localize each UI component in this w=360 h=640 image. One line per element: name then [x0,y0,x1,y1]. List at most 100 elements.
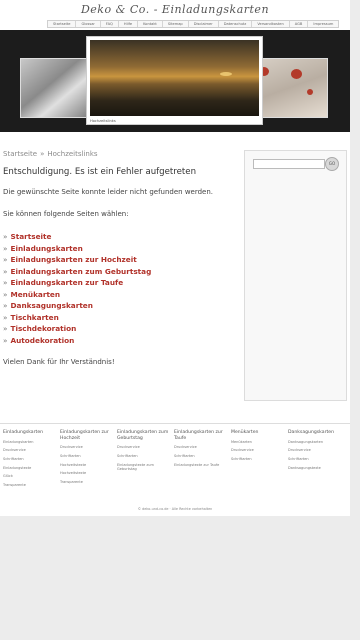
nav-glossar[interactable]: Glossar [76,21,101,27]
page-title: Entschuldigung. Es ist ein Fehler aufget… [3,167,197,177]
footer-link[interactable]: Glück [3,474,58,478]
slider-image-main[interactable]: Hochzeitslinks [86,36,263,125]
footer-link[interactable]: Druckservice [60,445,115,449]
footer-column-title[interactable]: Einladungskarten zur Taufe [174,430,229,441]
footer-column: Einladungskarten zur Hochzeit Druckservi… [60,430,115,489]
footer-link[interactable]: Schriftarten [174,454,229,458]
hero-slider: Hochzeitslinks [0,30,350,132]
list-item: » Danksagungskarten [3,300,238,312]
link-tischdekoration[interactable]: Tischdekoration [10,324,76,333]
sun [220,72,232,76]
footer-column-title[interactable]: Menükarten [231,430,286,436]
list-item: » Autodekoration [3,335,238,347]
breadcrumb-separator: » [40,150,45,158]
footer-link[interactable]: Hochzeitstexte [60,471,115,475]
nav-impressum[interactable]: Impressum [308,21,338,27]
footer-column: Einladungskarten Einladungskarten Drucks… [3,430,58,492]
nav-faq[interactable]: FAQ [101,21,119,27]
link-menuekarten[interactable]: Menükarten [10,290,60,299]
footer-column-title[interactable]: Einladungskarten zum Geburtstag [117,430,172,441]
list-item: » Einladungskarten zum Geburtstag [3,266,238,278]
main-content: Startseite» Hochzeitslinks Entschuldigung… [3,150,238,379]
breadcrumb-home[interactable]: Startseite [3,150,37,158]
bullet-icon: » [3,301,8,310]
footer-link[interactable]: Transparente [60,480,115,484]
nav-hilfe[interactable]: Hilfe [119,21,139,27]
list-item: » Einladungskarten zur Hochzeit [3,254,238,266]
bullet-icon: » [3,278,8,287]
sidebar: GO [244,150,347,401]
link-startseite[interactable]: Startseite [10,232,51,241]
link-einladungskarten[interactable]: Einladungskarten [10,244,82,253]
link-tischkarten[interactable]: Tischkarten [10,313,58,322]
footer-link[interactable]: Einladungstexte zur Taufe [174,463,229,467]
footer-link[interactable]: Einladungstexte zum Geburtstag [117,463,172,471]
search-button[interactable]: GO [325,157,339,171]
sunset-photo [90,40,259,116]
page-links-list: » Startseite » Einladungskarten » Einladung… [3,231,238,346]
slider-caption: Hochzeitslinks [90,119,116,123]
bullet-icon: » [3,266,8,276]
bullet-icon: » [3,324,8,333]
footer-link[interactable]: Menükarten [231,440,286,444]
breadcrumb: Startseite» Hochzeitslinks [3,150,238,158]
top-navigation: Startseite Glossar FAQ Hilfe Kontakt Sit… [47,20,340,28]
footer-link[interactable]: Schriftarten [3,457,58,461]
poppy-flower [291,69,302,79]
footer-column: Danksagungskarten Danksagungskarten Druc… [288,430,343,474]
nav-agb[interactable]: AGB [290,21,309,27]
footer-link[interactable]: Einladungskarten [3,440,58,444]
footer-link[interactable]: Schriftarten [117,454,172,458]
footer-column-title[interactable]: Einladungskarten zur Hochzeit [60,430,115,441]
bullet-icon: » [3,255,8,264]
link-einladungskarten-geburtstag[interactable]: Einladungskarten zum Geburtstag [10,267,151,276]
not-found-message: Die gewünschte Seite konnte leider nicht… [3,188,214,196]
list-item: » Startseite [3,231,238,243]
header: Deko & Co. - Einladungskarten Startseite… [0,0,350,30]
footer-column-title[interactable]: Danksagungskarten [288,430,343,436]
nav-datenschutz[interactable]: Datenschutz [219,21,253,27]
choose-pages-message: Sie können folgende Seiten wählen: [3,210,129,218]
footer-link[interactable]: Einladungstexte [3,466,58,470]
copyright: © deko-und-co.de · Alle Rechte vorbehalt… [137,507,213,511]
bullet-icon: » [3,289,8,299]
link-autodekoration[interactable]: Autodekoration [10,336,74,345]
thanks-message: Vielen Dank für Ihr Verständnis! [3,358,115,366]
footer-column: Einladungskarten zur Taufe Druckservice … [174,430,229,471]
bullet-icon: » [3,243,8,253]
footer-link[interactable]: Danksagungstexte [288,466,343,470]
footer-link[interactable]: Danksagungskarten [288,440,343,444]
footer-column: Einladungskarten zum Geburtstag Druckser… [117,430,172,476]
search-input[interactable] [253,159,325,169]
footer-link[interactable]: Druckservice [174,445,229,449]
bullet-icon: » [3,335,8,345]
nav-kontakt[interactable]: Kontakt [138,21,163,27]
link-einladungskarten-taufe[interactable]: Einladungskarten zur Taufe [10,278,123,287]
footer-link[interactable]: Hochzeitstexte [60,463,115,467]
page: Deko & Co. - Einladungskarten Startseite… [0,0,350,516]
site-logo[interactable]: Deko & Co. - Einladungskarten [0,3,350,16]
footer-column-title[interactable]: Einladungskarten [3,430,58,436]
poppy-flower [307,89,313,95]
bullet-icon: » [3,312,8,322]
nav-versandkosten[interactable]: Versandkosten [252,21,290,27]
footer-link[interactable]: Druckservice [231,448,286,452]
nav-startseite[interactable]: Startseite [48,21,77,27]
footer-link[interactable]: Schriftarten [288,457,343,461]
footer-link[interactable]: Schriftarten [231,457,286,461]
link-danksagungskarten[interactable]: Danksagungskarten [10,301,92,310]
footer-link[interactable]: Druckservice [3,448,58,452]
footer-link[interactable]: Schriftarten [60,454,115,458]
footer-link[interactable]: Druckservice [117,445,172,449]
footer-link[interactable]: Transparente [3,483,58,487]
list-item: » Menükarten [3,289,238,301]
footer-link[interactable]: Druckservice [288,448,343,452]
nav-sitemap[interactable]: Sitemap [163,21,189,27]
nav-disclaimer[interactable]: Disclaimer [189,21,219,27]
footer-column: Menükarten Menükarten Druckservice Schri… [231,430,286,466]
list-item: » Tischdekoration [3,323,238,335]
link-einladungskarten-hochzeit[interactable]: Einladungskarten zur Hochzeit [10,255,136,264]
list-item: » Tischkarten [3,312,238,324]
bullet-icon: » [3,232,8,241]
list-item: » Einladungskarten zur Taufe [3,277,238,289]
